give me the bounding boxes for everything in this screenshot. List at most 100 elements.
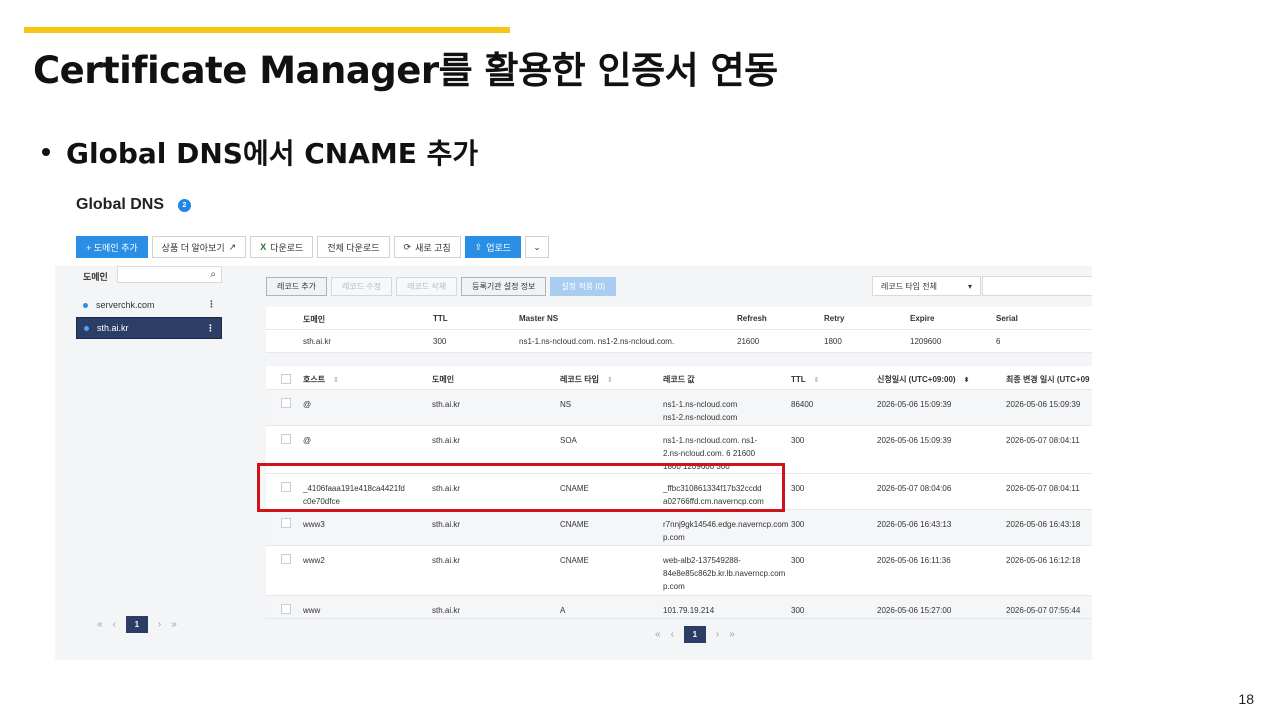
current-page[interactable]: 1	[683, 626, 706, 643]
col-ttl[interactable]: TTL ⇕	[791, 373, 820, 387]
cell-type-text: NS	[560, 400, 572, 409]
domain-search-input[interactable]: ⌕	[117, 266, 222, 283]
cell-created: 2026-05-06 16:11:36	[877, 554, 951, 567]
domain-label: 도메인	[83, 272, 108, 282]
cell-created: 2026-05-07 08:04:06	[877, 482, 951, 495]
table-row[interactable]: www sth.ai.kr A 101.79.19.214 300 2026-05-06 …	[266, 596, 1092, 619]
refresh-button[interactable]: ⟳ 새로 고침	[393, 236, 461, 258]
chevron-down-icon: ⌄	[533, 241, 541, 252]
cell-modified: 2026-05-06 15:09:39	[1006, 398, 1080, 411]
edit-record-button[interactable]: 레코드 수정	[331, 277, 393, 296]
row-checkbox[interactable]	[281, 398, 291, 408]
cell-type: NS	[560, 398, 571, 411]
cell-host: @	[303, 434, 311, 447]
download-label: 다운로드	[270, 242, 304, 253]
cell-domain-text: sth.ai.kr	[432, 606, 461, 615]
domain-item-sth[interactable]: sth.ai.kr ⋮	[76, 317, 222, 339]
select-all-checkbox[interactable]	[281, 374, 291, 384]
col-type[interactable]: 레코드 타입 ⇕	[560, 373, 613, 387]
record-search-input[interactable]	[982, 276, 1092, 296]
soa-serial: 6	[996, 337, 1001, 346]
kebab-menu-icon[interactable]: ⋮	[207, 299, 216, 310]
cell-host: www	[303, 604, 320, 617]
download-button[interactable]: X 다운로드	[250, 236, 314, 258]
page-number: 18	[1238, 691, 1254, 707]
slide: Certificate Manager를 활용한 인증서 연동 Global D…	[0, 0, 1280, 720]
col-value: 레코드 값	[663, 375, 695, 384]
caret-down-icon: ▾	[967, 281, 972, 291]
download-all-button[interactable]: 전체 다운로드	[317, 236, 390, 258]
cell-created-text: 2026-05-06 15:09:39	[877, 436, 952, 445]
refresh-icon: ⟳	[403, 241, 412, 252]
domain-item-label: serverchk.com	[96, 300, 155, 310]
row-checkbox[interactable]	[281, 434, 291, 444]
table-row[interactable]: www3 sth.ai.kr CNAME r7nnj9gk14546.edge.nav…	[266, 510, 1092, 546]
table-row[interactable]: @ sth.ai.kr NS ns1-1.ns-ncloud.com ns1-2.ns-…	[266, 390, 1092, 426]
row-checkbox[interactable]	[281, 518, 291, 528]
cell-domain-text: sth.ai.kr	[432, 436, 461, 445]
cell-ttl: 86400	[791, 398, 813, 411]
console-toolbar: + 도메인 추가 상품 더 알아보기 ↗ X 다운로드 전체 다운로드 ⟳ 새로 고침…	[76, 236, 550, 258]
title-accent-bar	[24, 27, 510, 33]
add-domain-button[interactable]: + 도메인 추가	[76, 236, 148, 258]
cell-type: A	[560, 604, 565, 617]
current-page[interactable]: 1	[125, 616, 148, 633]
add-record-button[interactable]: 레코드 추가	[266, 277, 328, 296]
cell-ttl-text: 300	[791, 556, 805, 565]
cell-value2-text: p.com	[663, 533, 685, 542]
domain-item-serverchk[interactable]: serverchk.com ⋮	[76, 294, 222, 316]
cell-modified-text: 2026-05-06 16:12:18	[1006, 556, 1081, 565]
sort-icon[interactable]: ⇕	[814, 377, 820, 384]
cell-value: 101.79.19.214	[663, 604, 714, 617]
cell-type-text: A	[560, 606, 566, 615]
cell-domain: sth.ai.kr	[432, 434, 460, 447]
cell-type: CNAME	[560, 518, 589, 531]
prev-page-icon[interactable]: ‹	[113, 619, 116, 630]
cell-modified: 2026-05-07 08:04:11	[1006, 482, 1080, 495]
first-page-icon[interactable]: «	[655, 629, 661, 640]
cell-domain-text: sth.ai.kr	[432, 400, 461, 409]
more-dropdown-button[interactable]: ⌄	[525, 236, 550, 258]
first-page-icon[interactable]: «	[97, 619, 103, 630]
row-checkbox[interactable]	[281, 554, 291, 564]
record-type-select[interactable]: 레코드 타입 전체 ▾	[872, 276, 981, 296]
upload-button[interactable]: ⇪ 업로드	[464, 236, 522, 258]
registrar-info-button[interactable]: 등록기관 설정 정보	[461, 277, 547, 296]
col-host[interactable]: 호스트 ⇕	[303, 373, 339, 387]
soa-col-serial: Serial	[996, 314, 1018, 323]
next-page-icon[interactable]: ›	[158, 619, 161, 630]
col-type-label: 레코드 타입	[560, 375, 600, 384]
cell-created-text: 2026-05-06 15:09:39	[877, 400, 952, 409]
row-checkbox[interactable]	[281, 604, 291, 614]
table-row[interactable]: www2 sth.ai.kr CNAME web-alb2-137549288- 84e…	[266, 546, 1092, 596]
apply-settings-button[interactable]: 설정 적용 (0)	[550, 277, 617, 296]
next-page-icon[interactable]: ›	[716, 629, 719, 640]
soa-col-expire: Expire	[910, 314, 935, 323]
cell-value-text: r7nnj9gk14546.edge.naverncp.com	[663, 520, 789, 529]
prev-page-icon[interactable]: ‹	[671, 629, 674, 640]
soa-col-ttl: TTL	[433, 314, 448, 323]
last-page-icon[interactable]: »	[729, 629, 735, 640]
record-type-select-value: 레코드 타입 전체	[881, 281, 937, 291]
cell-domain: sth.ai.kr	[432, 604, 460, 617]
delete-record-button[interactable]: 레코드 삭제	[396, 277, 458, 296]
soa-col-domain: 도메인	[303, 315, 326, 324]
sort-icon[interactable]: ⇕	[607, 377, 613, 384]
sort-desc-icon[interactable]: ⬍	[964, 377, 970, 384]
kebab-menu-icon[interactable]: ⋮	[206, 323, 215, 334]
cell-domain-text: sth.ai.kr	[432, 556, 461, 565]
cell-modified: 2026-05-06 16:43:18	[1006, 518, 1080, 531]
sort-icon[interactable]: ⇕	[333, 377, 339, 384]
bullet-item: Global DNS에서 CNAME 추가	[42, 132, 478, 172]
soa-refresh: 21600	[737, 337, 760, 346]
search-icon[interactable]: ⌕	[210, 269, 216, 280]
product-more-button[interactable]: 상품 더 알아보기 ↗	[151, 236, 247, 258]
soa-retry: 1800	[824, 337, 842, 346]
col-created[interactable]: 신청일시 (UTC+09:00) ⬍	[877, 373, 969, 387]
slide-title: Certificate Manager를 활용한 인증서 연동	[33, 49, 778, 92]
last-page-icon[interactable]: »	[171, 619, 177, 630]
col-created-label: 신청일시 (UTC+09:00)	[877, 375, 956, 384]
cell-host-text: www2	[303, 556, 325, 565]
soa-data-row: sth.ai.kr 300 ns1-1.ns-ncloud.com. ns1-2…	[266, 330, 1092, 353]
cell-value: r7nnj9gk14546.edge.naverncp.com p.com	[663, 518, 788, 544]
